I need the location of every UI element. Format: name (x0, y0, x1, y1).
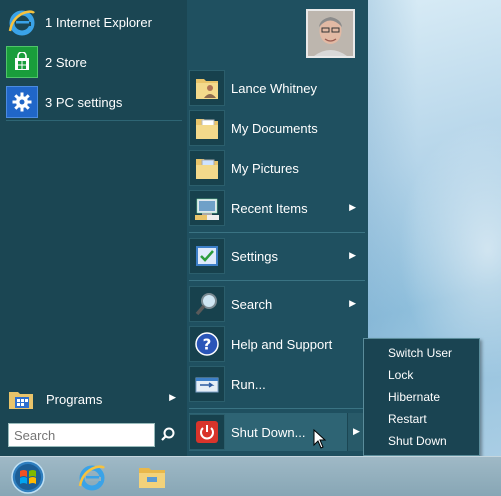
switch-user-option[interactable]: Switch User (388, 346, 452, 360)
recent-items-icon (189, 190, 225, 226)
settings-gear-icon (6, 86, 38, 118)
user-folder-label: Lance Whitney (231, 80, 317, 96)
help-label: Help and Support (231, 336, 333, 352)
shutdown-label: Shut Down... (231, 424, 306, 440)
user-folder-icon (189, 70, 225, 106)
shutdown-button[interactable]: Shut Down... (189, 413, 365, 451)
right-pane-divider (189, 232, 365, 233)
taskbar-file-explorer[interactable] (132, 459, 172, 495)
pinned-item-pc-settings[interactable]: 3 PC settings (6, 83, 182, 121)
right-pane-divider (189, 280, 365, 281)
programs-menu-item[interactable]: Programs ▶ (6, 381, 182, 417)
svg-text:?: ? (203, 336, 212, 354)
recent-items-item[interactable]: Recent Items ▶ (189, 189, 365, 227)
submenu-arrow-icon: ▶ (353, 426, 360, 436)
internet-explorer-icon (78, 465, 105, 491)
pinned-item-store[interactable]: 2 Store (6, 43, 182, 81)
start-button[interactable] (6, 459, 50, 495)
taskbar-internet-explorer[interactable] (72, 459, 112, 495)
power-icon (189, 414, 225, 450)
magnifier-icon (189, 286, 225, 322)
pinned-item-label: 1 Internet Explorer (45, 14, 152, 30)
search-menu-label: Search (231, 296, 273, 312)
right-pane-divider (189, 408, 365, 409)
shutdown-submenu: Switch User Lock Hibernate Restart Shut … (363, 338, 480, 456)
submenu-arrow-icon: ▶ (349, 298, 356, 308)
pinned-item-label: 2 Store (45, 54, 87, 70)
user-avatar[interactable] (306, 9, 355, 58)
control-panel-icon (189, 238, 225, 274)
run-icon (189, 366, 225, 402)
search-icon[interactable] (159, 426, 177, 444)
mouse-cursor-icon (313, 428, 327, 449)
pinned-item-label: 3 PC settings (45, 94, 123, 110)
search-input[interactable] (8, 423, 155, 447)
left-pane-divider (6, 120, 182, 121)
help-icon: ? (189, 326, 225, 362)
settings-item[interactable]: Settings ▶ (189, 237, 365, 275)
my-pictures-label: My Pictures (231, 160, 299, 176)
submenu-arrow-icon: ▶ (349, 250, 356, 260)
lock-option[interactable]: Lock (388, 368, 413, 382)
run-item[interactable]: Run... (189, 365, 365, 403)
my-documents-item[interactable]: My Documents (189, 109, 365, 147)
my-documents-label: My Documents (231, 120, 318, 136)
store-icon (6, 46, 38, 78)
submenu-arrow-icon: ▶ (349, 202, 356, 212)
settings-label: Settings (231, 248, 278, 264)
user-folder-item[interactable]: Lance Whitney (189, 69, 365, 107)
run-label: Run... (231, 376, 266, 392)
pictures-folder-icon (189, 150, 225, 186)
documents-folder-icon (189, 110, 225, 146)
programs-folder-icon (6, 384, 36, 414)
recent-items-label: Recent Items (231, 200, 308, 216)
search-menu-item[interactable]: Search ▶ (189, 285, 365, 323)
programs-label: Programs (46, 391, 103, 407)
hibernate-option[interactable]: Hibernate (388, 390, 440, 404)
my-pictures-item[interactable]: My Pictures (189, 149, 365, 187)
taskbar (0, 456, 501, 496)
help-and-support-item[interactable]: ? Help and Support (189, 325, 365, 363)
shut-down-option[interactable]: Shut Down (388, 434, 447, 448)
file-explorer-icon (139, 468, 165, 488)
pinned-item-internet-explorer[interactable]: 1 Internet Explorer (6, 3, 182, 41)
restart-option[interactable]: Restart (388, 412, 427, 426)
internet-explorer-icon (6, 6, 38, 38)
submenu-arrow-icon: ▶ (169, 392, 176, 402)
